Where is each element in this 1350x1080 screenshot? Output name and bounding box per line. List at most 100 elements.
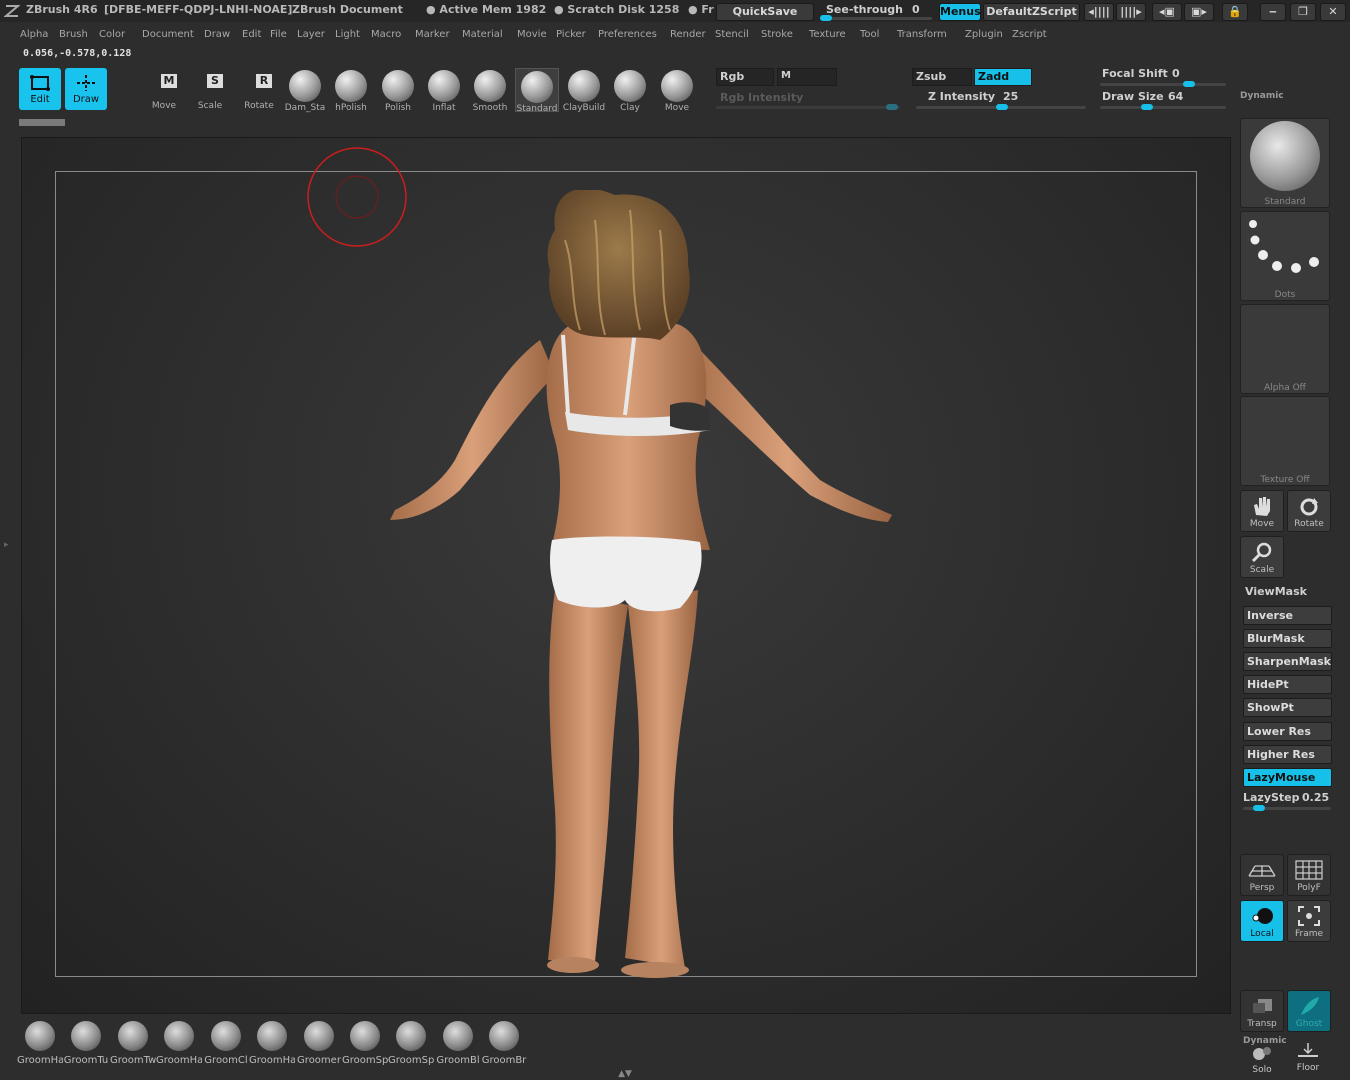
z-intensity-slider[interactable] [916, 104, 1086, 110]
menu-macro[interactable]: Macro [371, 29, 401, 40]
menu-texture[interactable]: Texture [809, 29, 846, 40]
local-button[interactable]: Local [1240, 900, 1284, 942]
shelf-brush-10[interactable]: GroomBl [435, 1019, 481, 1067]
menus-button[interactable]: Menus [939, 3, 981, 21]
shelf-brush-11[interactable]: GroomBr [481, 1019, 527, 1067]
rgb-button[interactable]: Rgb [716, 68, 774, 86]
menu-marker[interactable]: Marker [415, 29, 450, 40]
viewmask-label[interactable]: ViewMask [1245, 585, 1307, 598]
default-zscript-button[interactable]: DefaultZScript [983, 3, 1080, 21]
current-stroke-thumb[interactable]: Dots [1240, 211, 1330, 301]
brush-claybuildup[interactable]: ClayBuild [562, 68, 606, 113]
draw-size-slider[interactable] [1100, 104, 1226, 110]
menu-stencil[interactable]: Stencil [715, 29, 749, 40]
menu-preferences[interactable]: Preferences [598, 29, 657, 40]
rotate-mode-button[interactable]: R Rotate [237, 68, 281, 112]
polyf-button[interactable]: PolyF [1287, 854, 1331, 896]
zadd-button[interactable]: Zadd [974, 68, 1032, 86]
menu-document[interactable]: Document [142, 29, 194, 40]
tray-handle[interactable] [19, 119, 65, 126]
dynamic-label[interactable]: Dynamic [1240, 91, 1284, 101]
transp-button[interactable]: Transp [1240, 990, 1284, 1032]
groom-brush-icon [489, 1021, 519, 1051]
bottom-tray-toggle-icon[interactable]: ▲▼ [612, 1070, 638, 1079]
m-button[interactable]: M [777, 68, 837, 86]
menu-stroke[interactable]: Stroke [761, 29, 793, 40]
menu-zplugin[interactable]: Zplugin [965, 29, 1003, 40]
menu-movie[interactable]: Movie [517, 29, 547, 40]
left-tray-toggle-icon[interactable]: ▸ [4, 540, 12, 556]
floor-button[interactable]: Floor [1288, 1040, 1328, 1076]
blurmask-button[interactable]: BlurMask [1243, 629, 1332, 648]
shelf-brush-label: GroomHa [249, 1055, 295, 1066]
showpt-button[interactable]: ShowPt [1243, 698, 1332, 717]
shelf-brush-6[interactable]: GroomHa [249, 1019, 295, 1067]
scale-mode-button[interactable]: S Scale [188, 68, 232, 112]
menu-tool[interactable]: Tool [860, 29, 879, 40]
brush-standard[interactable]: Standard [515, 68, 559, 114]
sharpenmask-button[interactable]: SharpenMask [1243, 652, 1332, 671]
brush-clay[interactable]: Clay [608, 68, 652, 113]
layout-left-icon[interactable]: ◂|||| [1084, 3, 1114, 21]
menu-draw[interactable]: Draw [204, 29, 230, 40]
brush-smooth[interactable]: Smooth [468, 68, 512, 113]
inverse-button[interactable]: Inverse [1243, 606, 1332, 625]
hidept-button[interactable]: HidePt [1243, 675, 1332, 694]
minimize-icon[interactable]: ‒ [1260, 3, 1286, 21]
shelf-brush-8[interactable]: GroomSp [342, 1019, 388, 1067]
menu-light[interactable]: Light [335, 29, 360, 40]
solo-button[interactable]: Solo [1242, 1044, 1282, 1078]
shelf-brush-9[interactable]: GroomSp [388, 1019, 434, 1067]
brush-damstandard[interactable]: Dam_Sta [283, 68, 327, 113]
texture-thumb[interactable]: Texture Off [1240, 396, 1330, 486]
shelf-brush-4[interactable]: GroomHa [156, 1019, 202, 1067]
layout-right-icon[interactable]: ||||▸ [1116, 3, 1146, 21]
menu-material[interactable]: Material [462, 29, 503, 40]
move-mode-button[interactable]: M Move [142, 68, 186, 112]
lock-icon[interactable]: 🔒 [1222, 3, 1248, 21]
menu-transform[interactable]: Transform [897, 29, 947, 40]
menu-edit[interactable]: Edit [242, 29, 261, 40]
rgb-intensity-slider[interactable] [716, 104, 900, 110]
brush-polish[interactable]: Polish [376, 68, 420, 113]
menu-zscript[interactable]: Zscript [1012, 29, 1047, 40]
next-window-icon[interactable]: ▣▸ [1184, 3, 1214, 21]
quicksave-button[interactable]: QuickSave [716, 3, 814, 21]
close-icon[interactable]: ✕ [1320, 3, 1346, 21]
prev-window-icon[interactable]: ◂▣ [1152, 3, 1182, 21]
see-through-slider[interactable]: See-through 0 [818, 2, 936, 22]
shelf-brush-5[interactable]: GroomCl [203, 1019, 249, 1067]
higher-res-button[interactable]: Higher Res [1243, 745, 1332, 764]
menu-render[interactable]: Render [670, 29, 706, 40]
edit-button[interactable]: Edit [19, 68, 61, 110]
move-view-button[interactable]: Move [1240, 490, 1284, 532]
alpha-thumb[interactable]: Alpha Off [1240, 304, 1330, 394]
menu-color[interactable]: Color [99, 29, 125, 40]
zsub-button[interactable]: Zsub [912, 68, 972, 86]
current-brush-thumb[interactable]: Standard [1240, 118, 1330, 208]
brush-move[interactable]: Move [655, 68, 699, 113]
rotate-view-button[interactable]: Rotate [1287, 490, 1331, 532]
menu-alpha[interactable]: Alpha [20, 29, 48, 40]
frame-button[interactable]: Frame [1287, 900, 1331, 942]
focal-shift-slider[interactable] [1100, 81, 1226, 87]
lazystep-slider[interactable] [1243, 805, 1331, 811]
draw-button[interactable]: Draw [65, 68, 107, 110]
brush-inflat[interactable]: Inflat [422, 68, 466, 113]
lower-res-button[interactable]: Lower Res [1243, 722, 1332, 741]
persp-button[interactable]: Persp [1240, 854, 1284, 896]
restore-icon[interactable]: ❐ [1290, 3, 1316, 21]
menu-layer[interactable]: Layer [297, 29, 325, 40]
shelf-brush-2[interactable]: GroomTu [63, 1019, 109, 1067]
shelf-brush-3[interactable]: GroomTw [110, 1019, 156, 1067]
menu-brush[interactable]: Brush [59, 29, 88, 40]
brush-hpolish[interactable]: hPolish [329, 68, 373, 113]
ghost-button[interactable]: Ghost [1287, 990, 1331, 1032]
menu-file[interactable]: File [270, 29, 287, 40]
menu-picker[interactable]: Picker [556, 29, 586, 40]
scale-view-button[interactable]: Scale [1240, 536, 1284, 578]
lazymouse-button[interactable]: LazyMouse [1243, 768, 1332, 787]
shelf-brush-7[interactable]: Groomer [296, 1019, 342, 1067]
shelf-brush-1[interactable]: GroomHa [17, 1019, 63, 1067]
see-through-knob[interactable] [820, 15, 832, 21]
